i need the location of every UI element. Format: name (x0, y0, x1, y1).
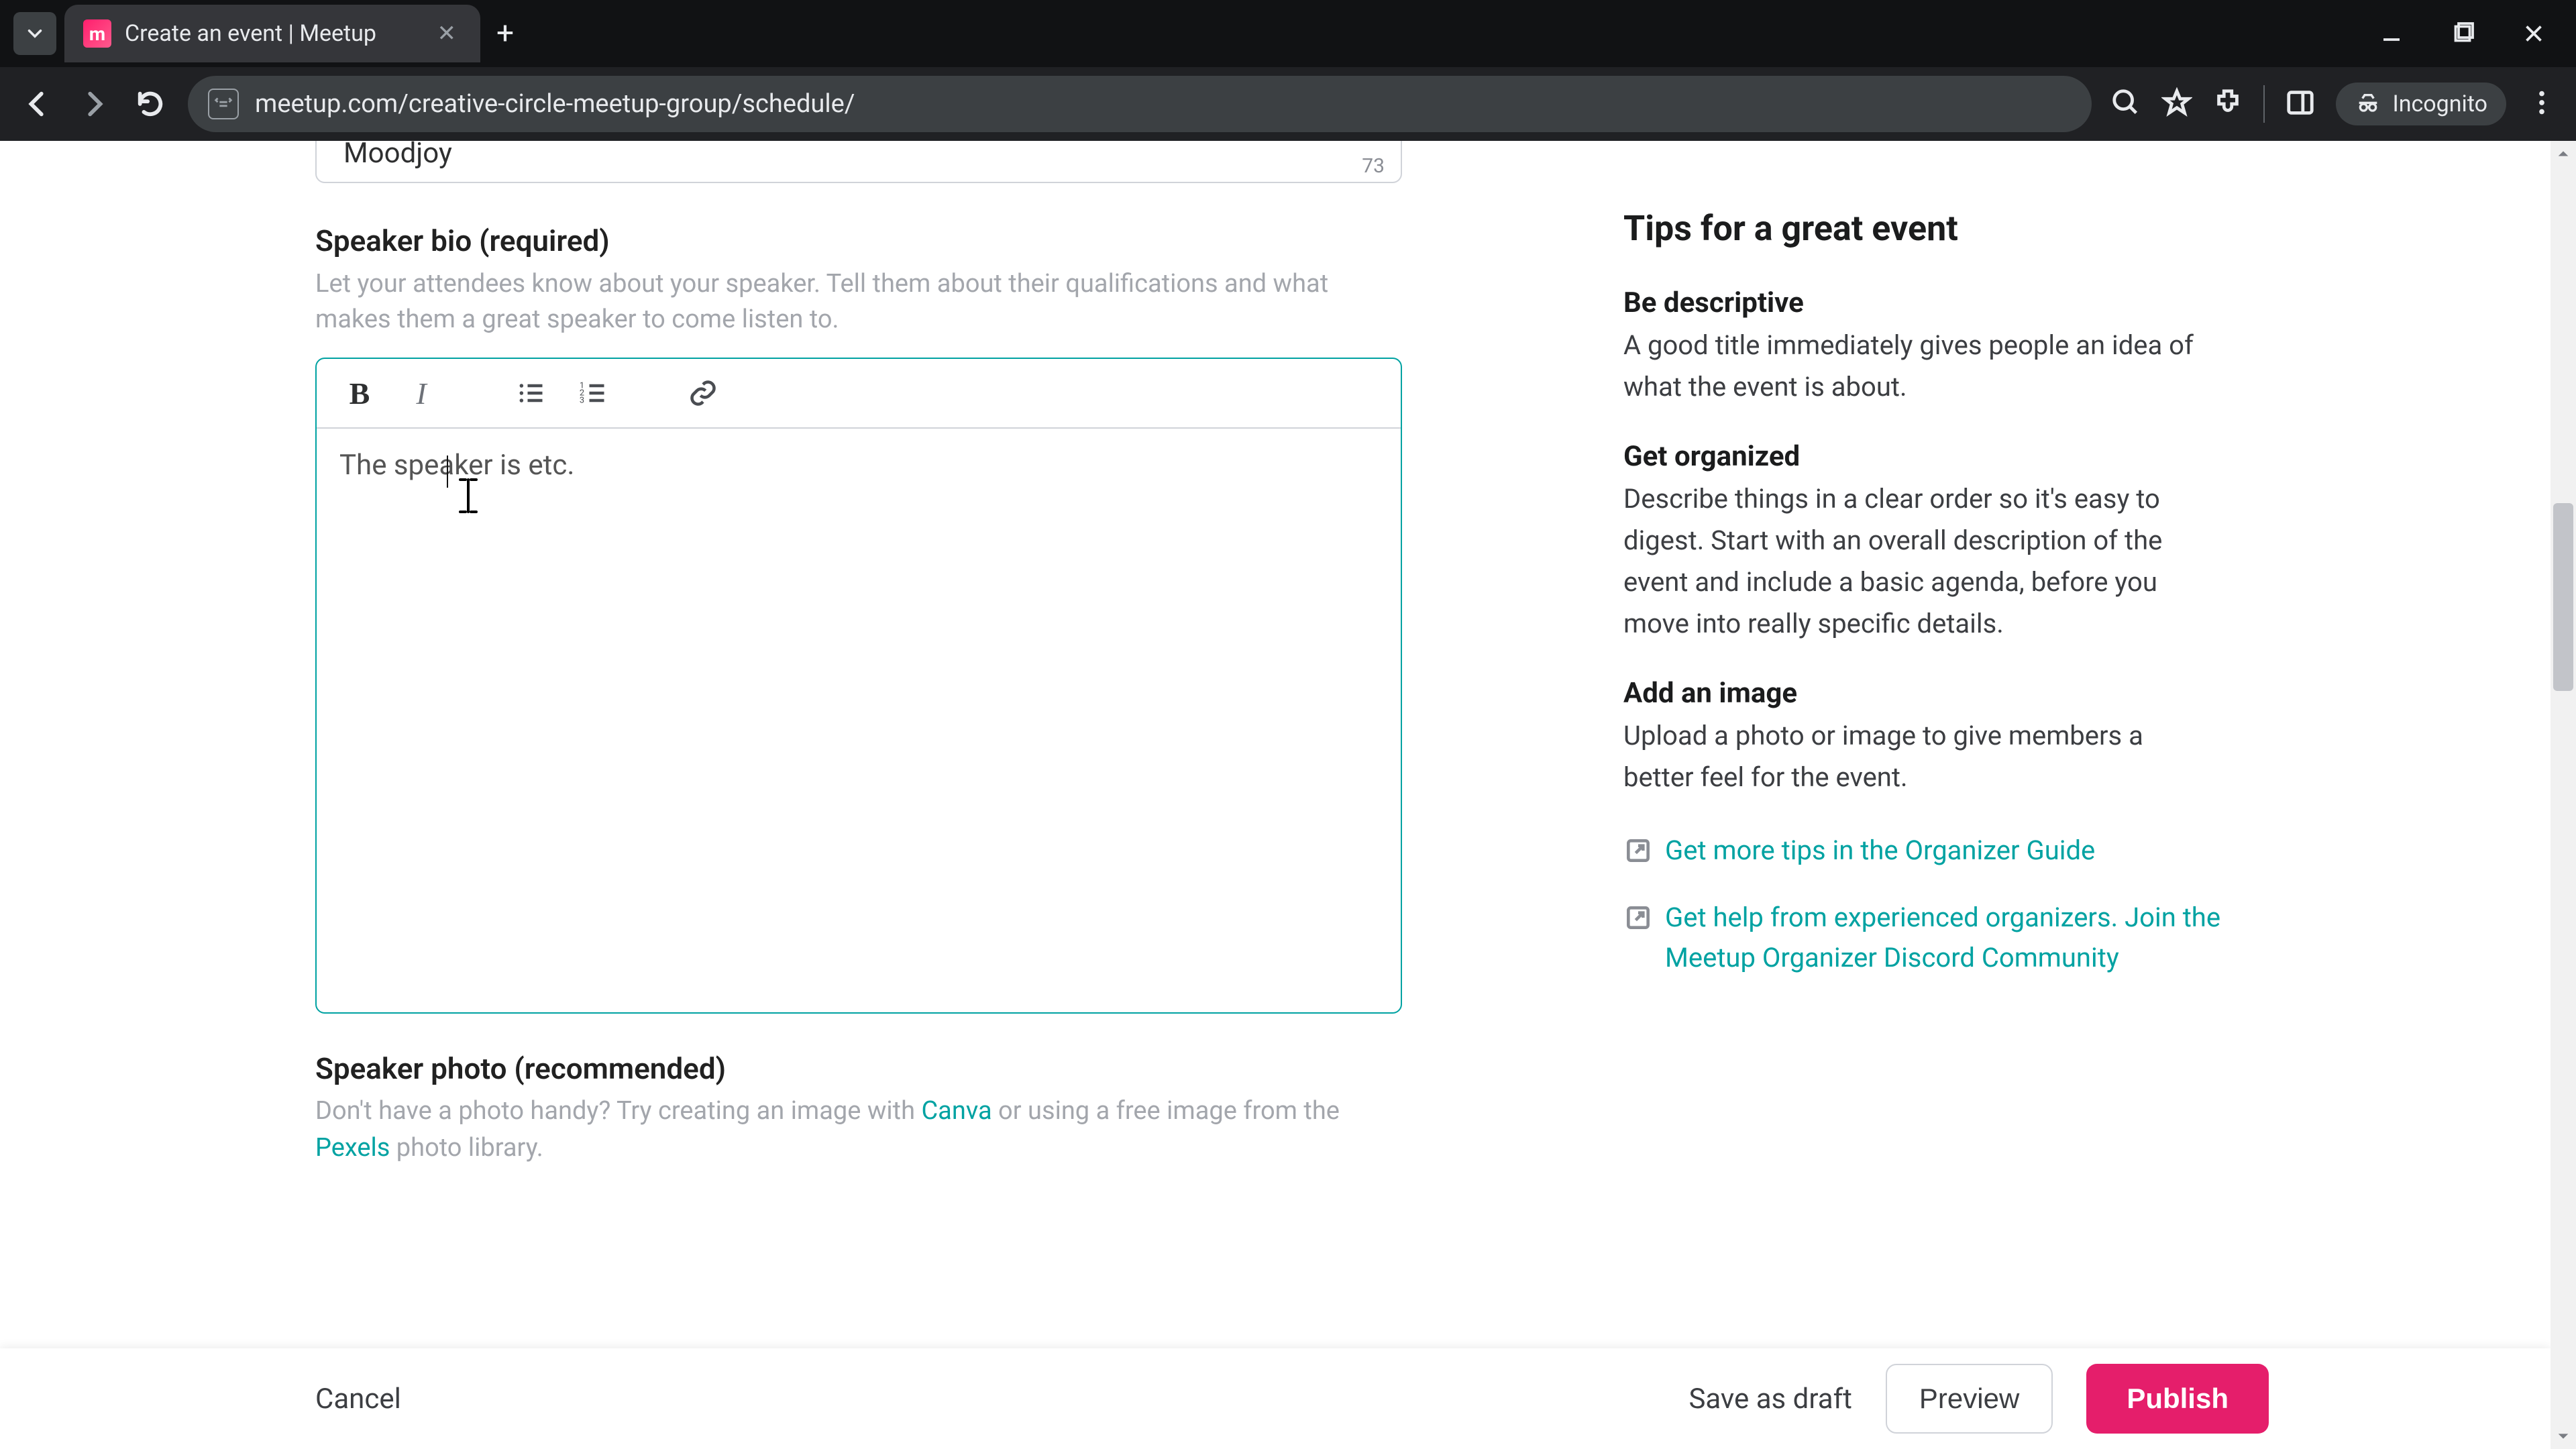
pexels-link[interactable]: Pexels (315, 1133, 390, 1163)
preview-button[interactable]: Preview (1886, 1364, 2053, 1434)
svg-text:3: 3 (580, 396, 584, 406)
link-icon (688, 378, 718, 408)
bold-button[interactable]: B (333, 369, 386, 417)
scroll-thumb[interactable] (2553, 503, 2573, 691)
tip-heading: Get organized (1623, 440, 2227, 473)
char-count: 73 (1362, 154, 1385, 178)
content-area: Moodjoy 73 Speaker bio (required) Let yo… (0, 141, 2551, 1449)
tip-link-row: Get more tips in the Organizer Guide (1623, 830, 2227, 871)
meetup-favicon: m (83, 19, 111, 48)
browser-chrome: m Create an event | Meetup ✕ + meetup.co… (0, 0, 2576, 141)
text-caret (447, 455, 448, 488)
text-cursor-icon (455, 477, 482, 522)
previous-text-field[interactable]: Moodjoy 73 (315, 141, 1402, 183)
previous-field-value: Moodjoy (343, 141, 1381, 170)
organizer-guide-link[interactable]: Get more tips in the Organizer Guide (1665, 830, 2095, 871)
external-link-icon (1623, 903, 1653, 932)
page-scrollbar[interactable] (2551, 141, 2576, 1449)
toolbar-right-icons: Incognito (2110, 83, 2557, 125)
tab-title: Create an event | Meetup (125, 20, 419, 47)
speaker-photo-hint: Don't have a photo handy? Try creating a… (315, 1093, 1389, 1167)
back-button[interactable] (19, 85, 56, 123)
tips-title: Tips for a great event (1623, 208, 2227, 249)
speaker-bio-hint: Let your attendees know about your speak… (315, 266, 1362, 337)
page-content: Moodjoy 73 Speaker bio (required) Let yo… (0, 141, 2576, 1449)
bookmark-icon[interactable] (2161, 87, 2192, 121)
footer-bar: Cancel Save as draft Preview Publish (0, 1348, 2551, 1449)
discord-community-link[interactable]: Get help from experienced organizers. Jo… (1665, 898, 2227, 978)
url-text: meetup.com/creative-circle-meetup-group/… (255, 89, 855, 119)
incognito-label: Incognito (2392, 91, 2487, 117)
numbered-list-icon: 123 (578, 378, 608, 408)
scroll-up-arrow[interactable] (2551, 141, 2576, 166)
close-window-button[interactable] (2518, 18, 2549, 49)
save-draft-button[interactable]: Save as draft (1688, 1383, 1851, 1415)
minimize-button[interactable] (2376, 18, 2407, 49)
bullet-list-button[interactable] (504, 369, 558, 417)
browser-toolbar: meetup.com/creative-circle-meetup-group/… (0, 67, 2576, 141)
speaker-bio-textarea[interactable]: The speaker is etc. (317, 429, 1401, 1012)
tip-text: Upload a photo or image to give members … (1623, 715, 2200, 798)
editor-content: The speaker is etc. (339, 449, 574, 482)
italic-button[interactable]: I (394, 369, 448, 417)
menu-icon[interactable] (2526, 87, 2557, 121)
tip-heading: Be descriptive (1623, 286, 2227, 319)
external-link-icon (1623, 836, 1653, 865)
new-tab-button[interactable]: + (496, 15, 514, 52)
tab-search-button[interactable] (13, 12, 56, 55)
bold-icon: B (350, 376, 370, 411)
cancel-button[interactable]: Cancel (315, 1383, 401, 1415)
address-bar[interactable]: meetup.com/creative-circle-meetup-group/… (188, 76, 2092, 132)
tips-sidebar: Tips for a great event Be descriptive A … (1623, 208, 2227, 1005)
window-controls (2376, 18, 2563, 49)
separator (2263, 85, 2265, 123)
publish-button[interactable]: Publish (2086, 1364, 2269, 1434)
tab-close-button[interactable]: ✕ (432, 20, 462, 47)
link-button[interactable] (676, 369, 730, 417)
speaker-bio-editor: B I 123 The speaker is etc. (315, 358, 1402, 1014)
site-info-button[interactable] (208, 89, 239, 119)
canva-link[interactable]: Canva (921, 1096, 991, 1126)
maximize-button[interactable] (2447, 18, 2478, 49)
forward-button[interactable] (75, 85, 113, 123)
bullet-list-icon (517, 378, 546, 408)
search-icon[interactable] (2110, 87, 2141, 121)
editor-toolbar: B I 123 (317, 359, 1401, 429)
tip-heading: Add an image (1623, 677, 2227, 710)
tip-link-row: Get help from experienced organizers. Jo… (1623, 898, 2227, 978)
scroll-down-arrow[interactable] (2551, 1424, 2576, 1449)
tip-text: A good title immediately gives people an… (1623, 325, 2200, 408)
extensions-icon[interactable] (2212, 87, 2243, 121)
numbered-list-button[interactable]: 123 (566, 369, 620, 417)
incognito-indicator[interactable]: Incognito (2336, 83, 2506, 125)
italic-icon: I (416, 376, 426, 411)
browser-tab[interactable]: m Create an event | Meetup ✕ (64, 5, 480, 62)
tip-text: Describe things in a clear order so it's… (1623, 478, 2200, 645)
tab-strip: m Create an event | Meetup ✕ + (0, 0, 2576, 67)
speaker-photo-label: Speaker photo (recommended) (315, 1051, 2551, 1086)
reload-button[interactable] (131, 85, 169, 123)
side-panel-icon[interactable] (2285, 87, 2316, 121)
